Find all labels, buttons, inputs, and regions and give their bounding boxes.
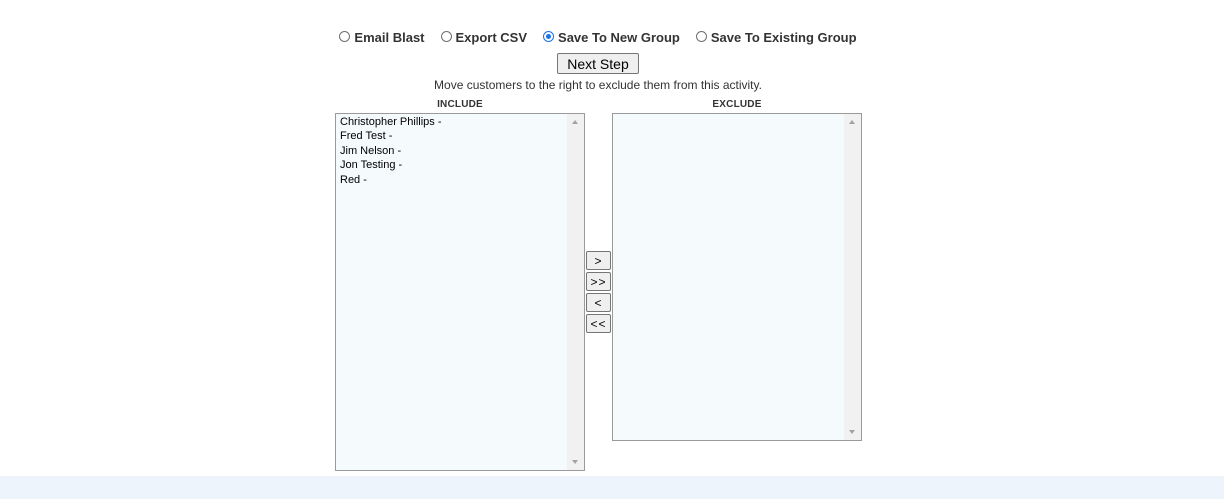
scroll-up-icon[interactable]: [572, 120, 578, 124]
list-option[interactable]: Jon Testing -: [340, 158, 441, 172]
radio-label: Export CSV: [455, 30, 528, 45]
radio-save-to-existing-group[interactable]: Save To Existing Group: [695, 30, 857, 45]
radio-indicator[interactable]: [440, 31, 452, 42]
list-option[interactable]: Red -: [340, 173, 441, 187]
include-heading: INCLUDE: [437, 99, 483, 110]
radio-indicator[interactable]: [543, 31, 555, 42]
include-items: Christopher Phillips - Fred Test - Jim Nel…: [340, 115, 441, 187]
radio-label: Email Blast: [354, 30, 425, 45]
scroll-down-icon[interactable]: [849, 430, 855, 434]
include-scrollbar[interactable]: [567, 114, 584, 470]
move-selected-left-button[interactable]: <: [586, 293, 611, 312]
exclude-listbox[interactable]: [612, 113, 862, 441]
radio-indicator[interactable]: [339, 31, 351, 42]
move-selected-right-button[interactable]: >: [586, 251, 611, 270]
scroll-down-icon[interactable]: [572, 460, 578, 464]
list-option[interactable]: Christopher Phillips -: [340, 115, 441, 129]
exclude-scrollbar[interactable]: [844, 114, 861, 440]
radio-indicator[interactable]: [695, 31, 707, 42]
move-all-right-button[interactable]: >>: [586, 272, 611, 291]
action-radio-group: Email Blast Export CSV Save To New Group…: [0, 30, 1196, 45]
list-option[interactable]: Fred Test -: [340, 129, 441, 143]
footer-band: [0, 476, 1224, 499]
radio-label: Save To Existing Group: [710, 30, 857, 45]
next-step-button[interactable]: Next Step: [557, 53, 639, 74]
exclude-heading: EXCLUDE: [712, 99, 762, 110]
scroll-up-icon[interactable]: [849, 120, 855, 124]
move-all-left-button[interactable]: <<: [586, 314, 611, 333]
radio-export-csv[interactable]: Export CSV: [440, 30, 528, 45]
radio-save-to-new-group[interactable]: Save To New Group: [543, 30, 680, 45]
list-option[interactable]: Jim Nelson -: [340, 144, 441, 158]
radio-email-blast[interactable]: Email Blast: [339, 30, 425, 45]
include-listbox[interactable]: Christopher Phillips - Fred Test - Jim Nel…: [335, 113, 585, 471]
radio-label: Save To New Group: [558, 30, 680, 45]
instructions-text: Move customers to the right to exclude t…: [434, 78, 762, 92]
